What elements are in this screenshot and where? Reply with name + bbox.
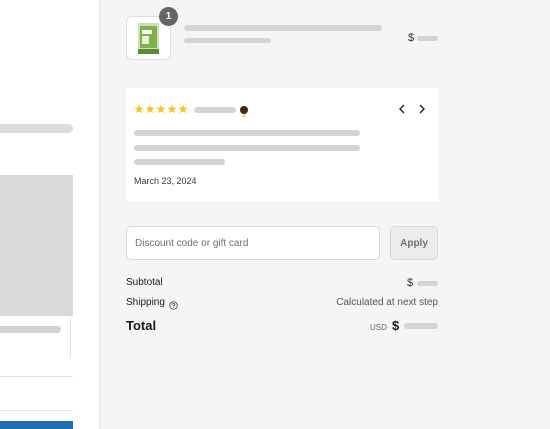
- subtotal-value-placeholder: [417, 281, 438, 286]
- shipping-label: Shipping: [126, 297, 165, 308]
- placeholder-block: [0, 175, 73, 316]
- quantity-badge: 1: [159, 7, 178, 26]
- review-card: March 23, 2024: [126, 88, 438, 201]
- review-next-button[interactable]: [414, 101, 430, 117]
- star-icon: [145, 104, 155, 114]
- primary-button-edge[interactable]: [0, 421, 73, 429]
- verified-check-icon: [240, 106, 248, 118]
- star-icon: [167, 104, 177, 114]
- rating-stars: [134, 104, 188, 114]
- chevron-left-icon: [399, 104, 405, 114]
- star-icon: [134, 104, 144, 114]
- total-value-placeholder: [404, 323, 438, 329]
- total-label: Total: [126, 318, 157, 333]
- review-date: March 23, 2024: [134, 176, 197, 186]
- shipping-value: Calculated at next step: [336, 297, 438, 308]
- review-text-placeholder: [134, 145, 360, 151]
- placeholder-bar: [0, 124, 73, 133]
- subtotal-label: Subtotal: [126, 277, 163, 288]
- review-text-placeholder: [134, 159, 225, 165]
- star-icon: [156, 104, 166, 114]
- product-variant-placeholder: [184, 38, 271, 43]
- placeholder-card: [0, 318, 71, 358]
- question-circle-icon[interactable]: [169, 297, 178, 310]
- apply-discount-button[interactable]: Apply: [390, 226, 438, 260]
- currency-code: USD: [370, 323, 387, 332]
- placeholder-bar: [0, 326, 61, 333]
- item-price-placeholder: [417, 36, 438, 41]
- subtotal-symbol: $: [407, 277, 414, 289]
- star-icon: [178, 104, 188, 114]
- total-symbol: $: [392, 318, 400, 333]
- chevron-right-icon: [419, 104, 425, 114]
- reviewer-name-placeholder: [194, 107, 236, 113]
- review-text-placeholder: [134, 130, 360, 136]
- item-price-symbol: $: [408, 32, 415, 44]
- divider: [0, 376, 73, 377]
- left-pane: [0, 0, 100, 429]
- product-title-placeholder: [184, 25, 382, 31]
- review-prev-button[interactable]: [394, 101, 410, 117]
- discount-code-input[interactable]: [126, 226, 380, 260]
- divider: [0, 410, 73, 411]
